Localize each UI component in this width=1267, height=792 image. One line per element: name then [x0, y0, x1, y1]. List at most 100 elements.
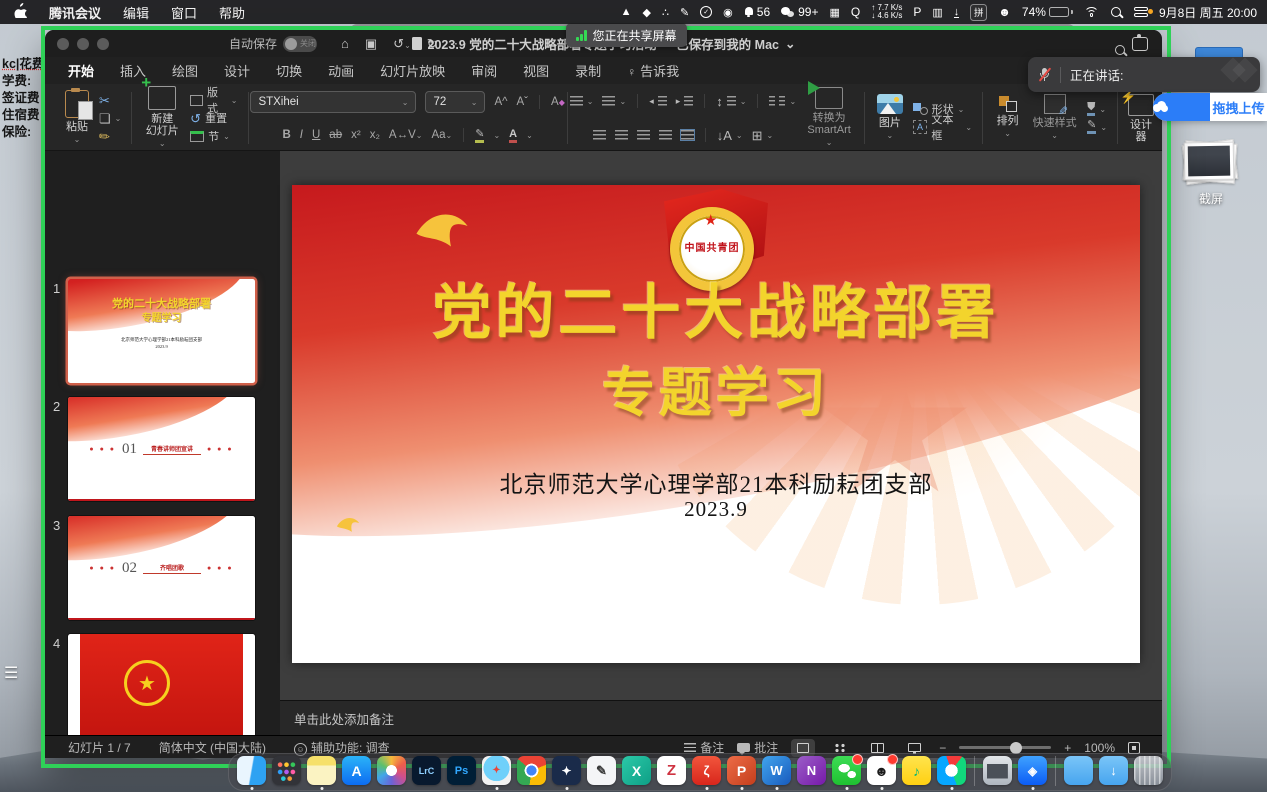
- dock-app-powerpoint[interactable]: P: [727, 756, 756, 785]
- font-color-button[interactable]: A: [509, 128, 517, 143]
- menu-window[interactable]: 窗口: [171, 3, 197, 22]
- thumbnail-slide-1[interactable]: 党的二十大战略部署 专题学习 北京师范大学心理学部21本科励耘团支部 2023.…: [68, 279, 255, 383]
- arrange-button[interactable]: 排列 ⌄: [993, 96, 1022, 140]
- apple-menu-icon[interactable]: [14, 3, 27, 21]
- dock-app-folder[interactable]: [1064, 756, 1093, 785]
- shape-outline-button[interactable]: ✎⌄: [1087, 118, 1107, 136]
- dock-app-chrome[interactable]: [517, 756, 546, 785]
- numbering-button[interactable]: ⌄: [602, 92, 626, 110]
- slide-subtitle-line1[interactable]: 北京师范大学心理学部21本科励耘团支部: [292, 465, 1140, 499]
- notes-pane[interactable]: 单击此处添加备注: [280, 700, 1162, 735]
- slide-title-line2[interactable]: 专题学习: [292, 351, 1140, 427]
- pen-status-icon[interactable]: ✎: [680, 6, 689, 19]
- current-slide[interactable]: ★ 中国共青团 党的二十大战略部署 专题学习 北京师范大学心理学部21本科励耘团…: [292, 185, 1140, 663]
- tab-view[interactable]: 视图: [523, 61, 549, 80]
- dock-app-app-store[interactable]: A: [342, 756, 371, 785]
- autosave-toggle[interactable]: 关闭: [283, 36, 317, 52]
- save-icon[interactable]: ▣: [365, 36, 377, 52]
- shrink-font-button[interactable]: Aˇ: [517, 96, 529, 108]
- thumbnail-slide-4[interactable]: ★: [68, 634, 255, 738]
- tab-review[interactable]: 审阅: [471, 61, 497, 80]
- minimize-button[interactable]: [77, 38, 89, 50]
- character-spacing-button[interactable]: A↔V⌄: [389, 129, 423, 141]
- notification-bell-icon[interactable]: 56: [744, 5, 770, 19]
- zoom-button[interactable]: [97, 38, 109, 50]
- dock-app-trash[interactable]: [1134, 756, 1163, 785]
- font-size-select[interactable]: 72⌄: [425, 91, 485, 113]
- align-text-button[interactable]: ⊞⌄: [752, 126, 774, 144]
- close-button[interactable]: [57, 38, 69, 50]
- increase-indent-button[interactable]: ▸: [676, 92, 694, 110]
- menu-help[interactable]: 帮助: [219, 3, 245, 22]
- tab-tell-me[interactable]: ♀告诉我: [627, 61, 679, 80]
- grow-font-button[interactable]: A^: [494, 96, 507, 108]
- dock-app-zotero[interactable]: Z: [657, 756, 686, 785]
- font-name-select[interactable]: STXihei⌄: [250, 91, 416, 113]
- copy-button[interactable]: ❏⌄: [99, 109, 121, 127]
- control-center-icon[interactable]: [1134, 7, 1148, 17]
- dock-app-photoshop[interactable]: Ps: [447, 756, 476, 785]
- format-painter-button[interactable]: ✎: [99, 127, 121, 145]
- bullets-button[interactable]: ⌄: [570, 92, 594, 110]
- share-icon[interactable]: [1132, 37, 1148, 51]
- clear-formatting-button[interactable]: A◆: [551, 96, 565, 108]
- subscript-button[interactable]: x₂: [370, 129, 380, 141]
- menu-edit[interactable]: 编辑: [123, 3, 149, 22]
- spotlight-search-icon[interactable]: [1110, 6, 1123, 19]
- dock-app-qq-music[interactable]: ♪: [902, 756, 931, 785]
- tab-draw[interactable]: 绘图: [172, 61, 198, 80]
- window-layout-icon[interactable]: ▥: [932, 6, 942, 19]
- globe-status-icon[interactable]: ◉: [723, 6, 733, 19]
- dock-app-qq[interactable]: ☻: [867, 756, 896, 785]
- bold-button[interactable]: B: [282, 129, 290, 141]
- line-spacing-button[interactable]: ↕⌄: [716, 92, 746, 110]
- active-app-menu[interactable]: 腾讯会议: [49, 3, 101, 22]
- picture-button[interactable]: 图片 ⌄: [875, 94, 905, 142]
- decrease-indent-button[interactable]: ◂: [649, 92, 667, 110]
- dock-app-safari[interactable]: ✦: [482, 756, 511, 785]
- dock-app-wechat[interactable]: [832, 756, 861, 785]
- dock-app-xmind[interactable]: X: [622, 756, 651, 785]
- drag-upload-button[interactable]: 拖拽上传: [1153, 93, 1267, 121]
- justify-button[interactable]: [659, 126, 672, 144]
- textbox-button[interactable]: A文本框⌄: [913, 118, 972, 136]
- wifi-icon[interactable]: [1084, 7, 1099, 18]
- dock-app-downloads-folder[interactable]: ↓: [1099, 756, 1128, 785]
- quick-styles-button[interactable]: 快速样式 ⌄: [1030, 94, 1079, 142]
- microphone-muted-icon[interactable]: [1038, 67, 1051, 82]
- italic-button[interactable]: I: [300, 129, 303, 141]
- undo-icon[interactable]: ↺⌄: [393, 36, 411, 52]
- columns-button[interactable]: ⌄: [769, 92, 796, 110]
- zoom-slider-knob[interactable]: [1010, 742, 1022, 754]
- dock-app-red-media-app[interactable]: ζ: [692, 756, 721, 785]
- cut-button[interactable]: ✂: [99, 91, 121, 109]
- tab-slideshow[interactable]: 幻灯片放映: [380, 61, 445, 80]
- more-commands-icon[interactable]: ⋯: [454, 36, 467, 52]
- zoom-slider[interactable]: [959, 746, 1051, 749]
- thumbnail-slide-3[interactable]: ● ● ● 02 齐唱团歌 ● ● ●: [68, 516, 255, 620]
- download-status-icon[interactable]: ↓: [954, 7, 960, 18]
- distribute-button[interactable]: [681, 126, 694, 144]
- battery-indicator[interactable]: 74%: [1022, 5, 1073, 19]
- reset-button[interactable]: ↺重置: [190, 109, 237, 127]
- dock-app-launchpad[interactable]: [272, 756, 301, 785]
- dock-app-dark-dev-app[interactable]: ✦: [552, 756, 581, 785]
- menu-bar-clock[interactable]: 9月8日 周五 20:00: [1159, 4, 1257, 21]
- screenshot-stack-icon[interactable]: [1182, 140, 1238, 186]
- align-center-button[interactable]: [615, 126, 628, 144]
- tab-home[interactable]: 开始: [68, 61, 94, 80]
- p-status-icon[interactable]: P: [913, 5, 921, 19]
- strikethrough-button[interactable]: ab: [329, 129, 342, 141]
- designer-button[interactable]: 设计器: [1128, 94, 1154, 143]
- dock-app-photos[interactable]: [377, 756, 406, 785]
- fit-to-window-icon[interactable]: [1128, 742, 1140, 754]
- dock-app-screenshot-preview[interactable]: [983, 756, 1012, 785]
- peaks-status-icon[interactable]: ▲: [621, 6, 632, 18]
- hexagon-status-icon[interactable]: ◆: [642, 6, 650, 19]
- align-left-button[interactable]: [593, 126, 606, 144]
- tab-design[interactable]: 设计: [224, 61, 250, 80]
- slide-subtitle-line2[interactable]: 2023.9: [292, 497, 1140, 522]
- underline-button[interactable]: U: [312, 129, 320, 141]
- superscript-button[interactable]: x²: [351, 129, 361, 141]
- section-button[interactable]: 节⌄: [190, 127, 237, 145]
